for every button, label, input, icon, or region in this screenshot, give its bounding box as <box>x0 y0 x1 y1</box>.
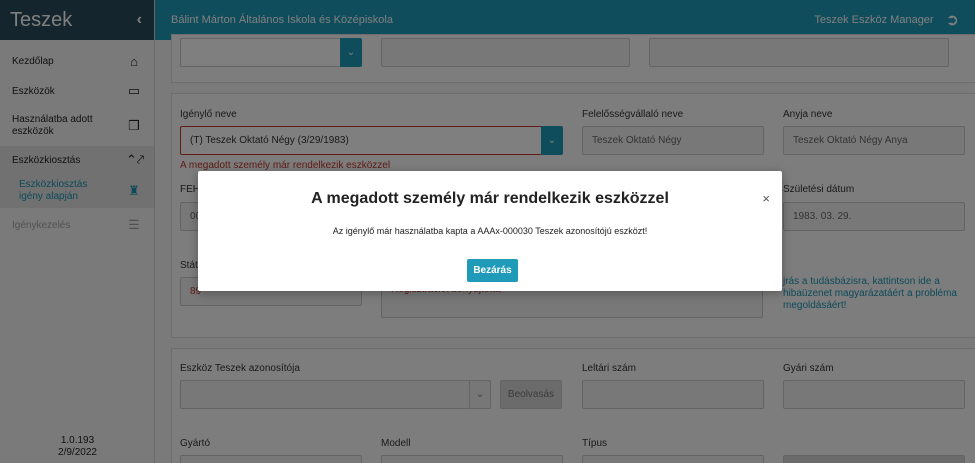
close-button[interactable]: Bezárás <box>467 259 518 282</box>
alert-dialog: A megadott személy már rendelkezik eszkö… <box>198 171 782 291</box>
close-icon[interactable]: × <box>762 191 770 206</box>
dialog-title: A megadott személy már rendelkezik eszkö… <box>311 190 669 207</box>
dialog-message: Az igénylő már használatba kapta a AAAx-… <box>332 226 648 236</box>
